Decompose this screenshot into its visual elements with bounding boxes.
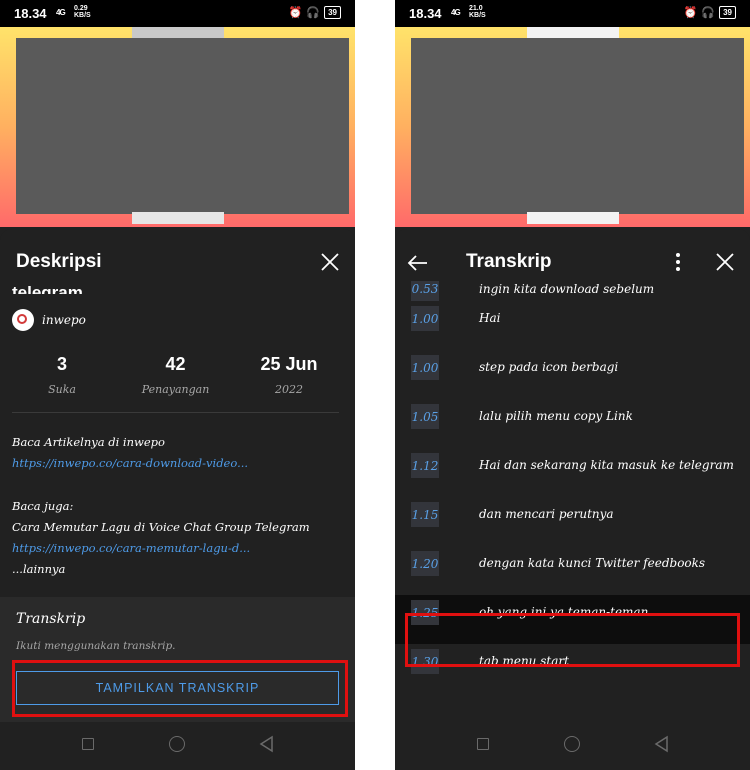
home-button[interactable] xyxy=(564,736,580,752)
headphones-icon: 🎧 xyxy=(306,7,321,19)
transcript-row[interactable]: 1.00 step pada icon berbagi xyxy=(395,350,750,399)
highlight-box xyxy=(405,613,740,667)
timestamp[interactable]: 1.15 xyxy=(411,502,439,527)
panel-title: Deskripsi xyxy=(16,251,102,272)
status-bar: 18.34 4G 21.0 KB/S ⏰ 🎧 39 xyxy=(395,0,750,27)
stat-views: 42 Penayangan xyxy=(141,354,210,396)
more-options-icon[interactable] xyxy=(671,251,685,273)
network-speed: 0.29 KB/S xyxy=(74,5,91,19)
panel-title: Transkrip xyxy=(466,251,552,272)
signal-indicator: 4G xyxy=(451,8,461,17)
status-bar: 18.34 4G 0.29 KB/S ⏰ 🎧 39 xyxy=(0,0,355,27)
description-text: Baca Artikelnya di inwepo https://inwepo… xyxy=(12,432,341,580)
status-icons: ⏰ 🎧 39 xyxy=(289,6,341,19)
transcript-row[interactable]: 1.05 lalu pilih menu copy Link xyxy=(395,399,750,448)
system-nav-bar xyxy=(0,722,355,770)
system-nav-bar xyxy=(395,722,750,770)
show-more-link[interactable]: ...lainnya xyxy=(12,559,341,580)
video-content xyxy=(411,38,744,214)
close-icon xyxy=(321,253,339,271)
video-player[interactable] xyxy=(395,27,750,227)
transcript-row[interactable]: 1.20 dengan kata kunci Twitter feedbooks xyxy=(395,546,750,595)
home-button[interactable] xyxy=(169,736,185,752)
back-arrow-icon[interactable] xyxy=(407,253,429,273)
video-title: telegram xyxy=(12,283,83,294)
timestamp[interactable]: 1.00 xyxy=(411,355,439,380)
transcript-heading: Transkrip xyxy=(16,611,86,627)
network-speed: 21.0 KB/S xyxy=(469,5,486,19)
transcript-text: Hai xyxy=(479,311,501,325)
timestamp[interactable]: 1.20 xyxy=(411,551,439,576)
transcript-row[interactable]: 1.00 Hai xyxy=(395,301,750,350)
timestamp[interactable]: 0.53 xyxy=(411,281,439,301)
timestamp[interactable]: 1.00 xyxy=(411,306,439,331)
video-stats: 3 Suka 42 Penayangan 25 Jun 2022 xyxy=(12,354,339,396)
transcript-sheet: Transkrip 0.53 ingin kita download sebel… xyxy=(395,229,750,770)
transcript-text: dan mencari perutnya xyxy=(479,507,614,521)
description-link[interactable]: https://inwepo.co/cara-download-video... xyxy=(12,453,341,474)
close-button[interactable] xyxy=(714,251,736,273)
timestamp[interactable]: 1.05 xyxy=(411,404,439,429)
alarm-icon: ⏰ xyxy=(683,7,698,19)
video-frame-bottom xyxy=(132,212,224,224)
channel-name[interactable]: inwepo xyxy=(42,313,86,327)
battery-icon: 39 xyxy=(719,6,736,19)
back-nav-button[interactable] xyxy=(653,735,671,753)
status-time: 18.34 xyxy=(409,6,442,21)
signal-indicator: 4G xyxy=(56,8,66,17)
left-phone-screen: 18.34 4G 0.29 KB/S ⏰ 🎧 39 Deskripsi tele… xyxy=(0,0,355,770)
transcript-row[interactable]: 1.12 Hai dan sekarang kita masuk ke tele… xyxy=(395,448,750,497)
channel-avatar[interactable] xyxy=(12,309,34,331)
recent-apps-button[interactable] xyxy=(82,738,94,750)
channel-row[interactable]: inwepo xyxy=(12,309,86,331)
description-link[interactable]: https://inwepo.co/cara-memutar-lagu-d... xyxy=(12,538,341,559)
transcript-text: lalu pilih menu copy Link xyxy=(479,409,633,423)
close-icon xyxy=(716,253,734,271)
transcript-row[interactable]: 0.53 ingin kita download sebelum xyxy=(395,281,750,301)
stat-date: 25 Jun 2022 xyxy=(260,354,318,396)
transcript-text: Hai dan sekarang kita masuk ke telegram xyxy=(479,458,734,472)
timestamp[interactable]: 1.12 xyxy=(411,453,439,478)
transcript-text: dengan kata kunci Twitter feedbooks xyxy=(479,556,706,570)
video-player[interactable] xyxy=(0,27,355,227)
highlight-box xyxy=(12,660,348,717)
close-button[interactable] xyxy=(319,251,341,273)
video-frame-bottom xyxy=(527,212,619,224)
transcript-text: step pada icon berbagi xyxy=(479,360,619,374)
stat-likes: 3 Suka xyxy=(48,354,76,396)
transcript-subtitle: Ikuti menggunakan transkrip. xyxy=(16,640,176,652)
headphones-icon: 🎧 xyxy=(701,7,716,19)
divider xyxy=(12,412,339,413)
back-nav-button[interactable] xyxy=(258,735,276,753)
video-content xyxy=(16,38,349,214)
status-icons: ⏰ 🎧 39 xyxy=(684,6,736,19)
transcript-row[interactable]: 1.15 dan mencari perutnya xyxy=(395,497,750,546)
alarm-icon: ⏰ xyxy=(288,7,303,19)
recent-apps-button[interactable] xyxy=(477,738,489,750)
status-time: 18.34 xyxy=(14,6,47,21)
transcript-text: ingin kita download sebelum xyxy=(479,282,655,296)
battery-icon: 39 xyxy=(324,6,341,19)
